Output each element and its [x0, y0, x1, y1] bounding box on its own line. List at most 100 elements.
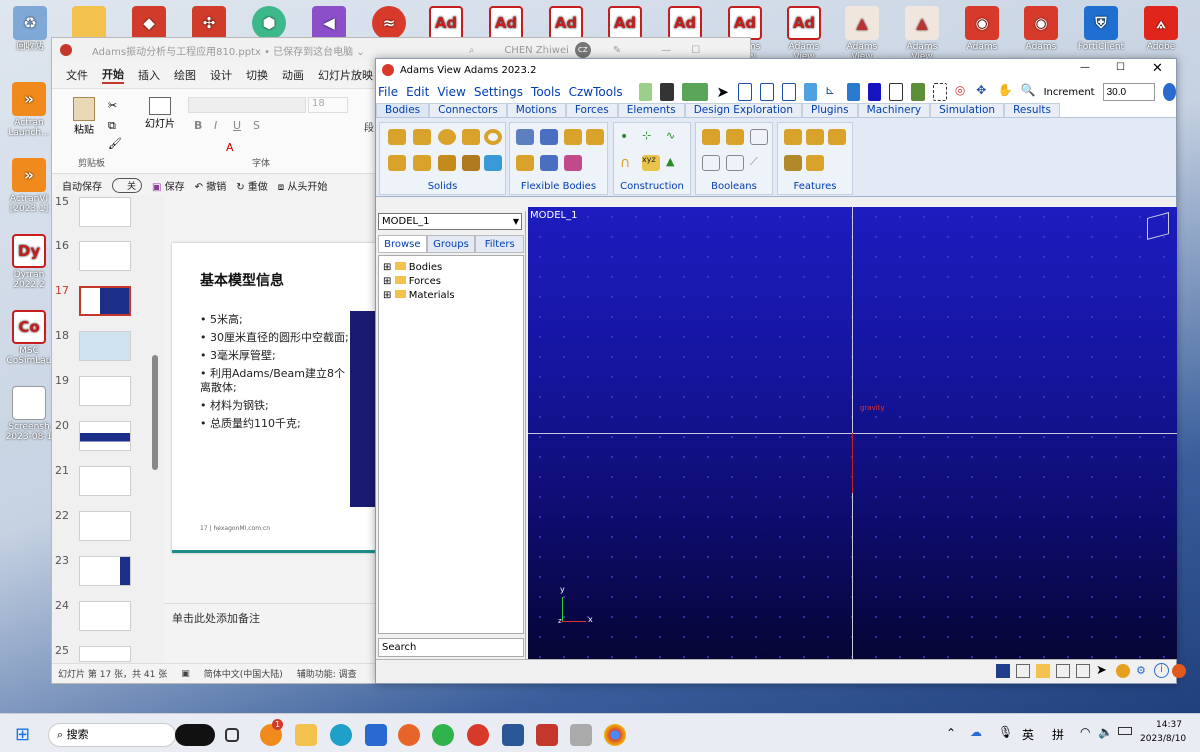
flex-convert-icon[interactable] — [540, 155, 558, 171]
tab-groups[interactable]: Groups — [426, 235, 476, 253]
cut-icon[interactable]: ✂ — [108, 99, 117, 112]
slide-thumbnail-panel[interactable]: 15 16 17 18 19 20 21 22 23 24 25 — [52, 195, 164, 665]
polyline-icon[interactable]: ∿ — [666, 129, 684, 145]
boolean-chain-icon[interactable]: ⟋ — [750, 155, 768, 171]
boss-icon[interactable] — [784, 155, 802, 171]
file-explorer-icon[interactable] — [295, 724, 317, 746]
close-icon[interactable]: ✕ — [1152, 61, 1163, 76]
clock-time[interactable]: 14:37 — [1156, 720, 1182, 730]
render-icon[interactable] — [846, 83, 861, 101]
status-icon-globe[interactable] — [1116, 664, 1130, 678]
flex-swap-icon[interactable] — [516, 155, 534, 171]
tab-design-exploration[interactable]: Design Exploration — [684, 103, 803, 117]
fit-icon[interactable] — [911, 83, 925, 101]
gravity-marker[interactable] — [852, 433, 853, 493]
italic-icon[interactable]: I — [214, 119, 217, 132]
new-slide-button[interactable]: 幻灯片 — [144, 97, 176, 130]
search-icon[interactable]: ⌕ — [469, 45, 475, 56]
shell-icon[interactable] — [806, 155, 824, 171]
point-icon[interactable]: • — [620, 129, 638, 145]
desktop-icon-cosim[interactable]: Co MSC CoSimLau — [4, 310, 54, 366]
fillet-icon[interactable] — [806, 129, 824, 145]
app-gray-icon[interactable] — [570, 724, 592, 746]
save-icon[interactable] — [660, 83, 674, 101]
zoom-icon[interactable]: 🔍 — [1021, 83, 1036, 101]
boolean-cut-icon[interactable] — [702, 155, 720, 171]
wifi-icon[interactable]: ◠ — [1080, 725, 1090, 739]
status-icon-table[interactable] — [1056, 664, 1070, 678]
menu-draw[interactable]: 绘图 — [174, 67, 196, 83]
model-select[interactable]: MODEL_1 ▼ — [378, 213, 522, 230]
center-icon[interactable]: ◎ — [955, 83, 968, 101]
menu-home[interactable]: 开始 — [102, 66, 124, 84]
wechat-icon[interactable] — [432, 724, 454, 746]
volume-icon[interactable]: 🔈 — [1098, 725, 1113, 739]
tab-connectors[interactable]: Connectors — [429, 103, 507, 117]
battery-icon[interactable] — [1118, 727, 1132, 735]
slide-thumbnail[interactable] — [79, 466, 131, 496]
menu-file[interactable]: 文件 — [66, 67, 88, 83]
avatar[interactable]: CZ — [574, 42, 591, 58]
shade-icon[interactable] — [868, 83, 882, 101]
ime-mode[interactable]: 拼 — [1052, 726, 1064, 743]
revolution-icon[interactable] — [462, 155, 480, 171]
task-view-icon[interactable] — [225, 728, 239, 742]
grid-toggle-icon[interactable] — [889, 83, 904, 101]
font-size-select[interactable]: 18 — [308, 97, 348, 113]
desktop-icon-forticlient[interactable]: ⛨ FortiClient — [1076, 6, 1126, 52]
pen-icon[interactable]: ✎ — [613, 45, 621, 56]
boolean-merge-icon[interactable] — [726, 129, 744, 145]
strikethrough-icon[interactable]: S — [253, 119, 260, 132]
slide-thumbnail[interactable] — [79, 511, 131, 541]
minimize-icon[interactable]: — — [661, 45, 671, 56]
flex-mesh-icon[interactable] — [540, 129, 558, 145]
undo-icon[interactable] — [681, 83, 709, 101]
tab-elements[interactable]: Elements — [617, 103, 685, 117]
slide-thumbnail[interactable] — [79, 421, 131, 451]
boolean-split-icon[interactable] — [726, 155, 744, 171]
frustum-icon[interactable] — [462, 129, 480, 145]
slide-thumbnail[interactable] — [79, 331, 131, 361]
save-button[interactable]: ▣ 保存 — [152, 178, 185, 193]
stop-icon[interactable] — [1172, 664, 1186, 678]
view-iso-icon[interactable] — [803, 83, 818, 101]
copy-icon[interactable]: ⧉ — [108, 119, 116, 133]
extrusion-icon[interactable] — [438, 155, 456, 171]
link-icon[interactable] — [388, 155, 406, 171]
boolean-union-icon[interactable] — [702, 129, 720, 145]
cylinder-icon[interactable] — [413, 129, 431, 145]
menu-transitions[interactable]: 切换 — [246, 67, 268, 83]
desktop-icon-adamsview-2[interactable]: ▲ Adams View — [897, 6, 947, 62]
tab-machinery[interactable]: Machinery — [857, 103, 931, 117]
status-icon-note[interactable] — [1036, 664, 1050, 678]
tab-browse[interactable]: Browse — [378, 235, 427, 253]
store-icon[interactable] — [365, 724, 387, 746]
menu-insert[interactable]: 插入 — [138, 67, 160, 83]
onedrive-icon[interactable]: ☁ — [970, 725, 982, 739]
arc-icon[interactable]: ∩ — [620, 155, 638, 171]
format-painter-icon[interactable]: 🖌 — [108, 137, 122, 150]
menu-view[interactable]: View — [437, 85, 465, 99]
tab-filters[interactable]: Filters — [475, 235, 525, 253]
autosave-toggle[interactable]: 关 — [112, 177, 143, 193]
desktop-icon-recycle-bin[interactable]: ♻ 回收站 — [5, 6, 55, 52]
menu-edit[interactable]: Edit — [406, 85, 429, 99]
xyz-icon[interactable]: xyz — [642, 155, 660, 171]
status-icon-view[interactable] — [996, 664, 1010, 678]
redo-button[interactable]: ↻ 重做 — [236, 178, 268, 193]
menu-file[interactable]: File — [378, 85, 398, 99]
slide-thumbnail[interactable] — [79, 197, 131, 227]
slide-thumbnail[interactable] — [79, 646, 131, 662]
hexagon-widget-icon[interactable] — [175, 724, 215, 746]
status-accessibility[interactable]: 辅助功能: 调查 — [297, 667, 357, 680]
menu-slideshow[interactable]: 幻灯片放映 — [318, 67, 373, 83]
edge-icon[interactable] — [330, 724, 352, 746]
flex-mnf-icon[interactable] — [564, 155, 582, 171]
windows-start-icon[interactable]: ⊞ — [15, 724, 37, 746]
slide-thumbnail-selected[interactable] — [79, 286, 131, 316]
paste-button[interactable]: 粘贴 — [70, 97, 98, 136]
view-top-icon[interactable] — [759, 83, 774, 101]
box-icon[interactable] — [388, 129, 406, 145]
view-side-icon[interactable] — [781, 83, 796, 101]
ppt-user-name[interactable]: CHEN Zhiwei — [504, 45, 569, 56]
